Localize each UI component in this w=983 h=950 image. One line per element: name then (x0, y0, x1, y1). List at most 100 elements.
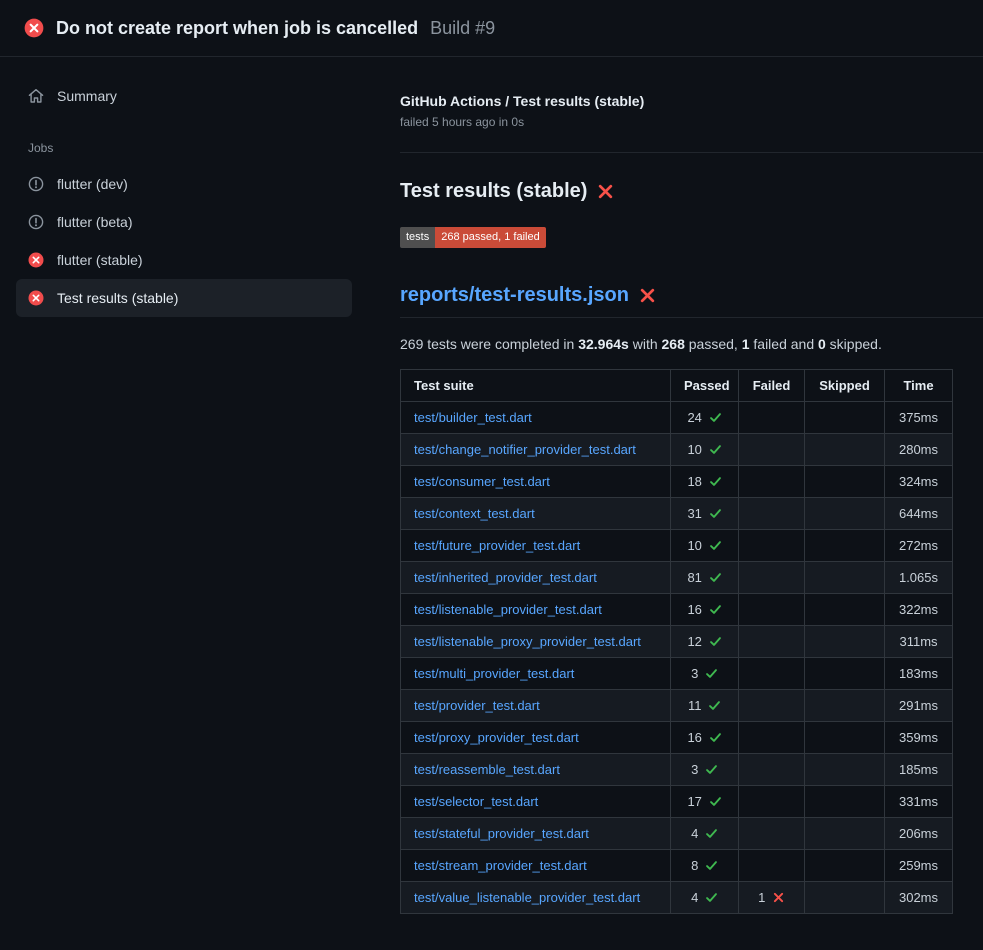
test-suite-link[interactable]: test/multi_provider_test.dart (414, 666, 574, 681)
test-suite-link[interactable]: test/context_test.dart (414, 506, 535, 521)
table-row: test/future_provider_test.dart10 272ms (401, 529, 953, 561)
suite-cell: test/stateful_provider_test.dart (401, 817, 671, 849)
sidebar-item-flutter-stable[interactable]: flutter (stable) (16, 241, 352, 279)
passed-cell: 4 (671, 881, 739, 913)
time-cell: 259ms (885, 849, 953, 881)
sidebar-item-flutter-dev[interactable]: flutter (dev) (16, 165, 352, 203)
suite-cell: test/change_notifier_provider_test.dart (401, 433, 671, 465)
table-row: test/reassemble_test.dart3 185ms (401, 753, 953, 785)
test-suite-link[interactable]: test/consumer_test.dart (414, 474, 550, 489)
passed-cell: 10 (671, 529, 739, 561)
table-row: test/value_listenable_provider_test.dart… (401, 881, 953, 913)
skipped-cell (805, 657, 885, 689)
breadcrumb: GitHub Actions / Test results (stable) (400, 93, 983, 109)
test-suite-link[interactable]: test/builder_test.dart (414, 410, 532, 425)
suite-cell: test/multi_provider_test.dart (401, 657, 671, 689)
time-cell: 206ms (885, 817, 953, 849)
time-cell: 324ms (885, 465, 953, 497)
alert-circle-icon (28, 214, 44, 230)
table-row: test/change_notifier_provider_test.dart 1… (401, 433, 953, 465)
page-body: Summary Jobs flutter (dev) flutter (beta… (0, 57, 983, 938)
table-row: test/selector_test.dart17 331ms (401, 785, 953, 817)
table-row: test/listenable_proxy_provider_test.dart… (401, 625, 953, 657)
sidebar-item-test-results-stable[interactable]: Test results (stable) (16, 279, 352, 317)
time-cell: 322ms (885, 593, 953, 625)
check-icon (705, 827, 718, 840)
suite-cell: test/consumer_test.dart (401, 465, 671, 497)
col-header-test-suite: Test suite (401, 369, 671, 401)
passed-cell: 17 (671, 785, 739, 817)
check-icon (705, 667, 718, 680)
suite-cell: test/inherited_provider_test.dart (401, 561, 671, 593)
test-suite-link[interactable]: test/listenable_provider_test.dart (414, 602, 602, 617)
suite-cell: test/reassemble_test.dart (401, 753, 671, 785)
time-cell: 644ms (885, 497, 953, 529)
check-icon (709, 603, 722, 616)
skipped-cell (805, 529, 885, 561)
test-suite-link[interactable]: test/selector_test.dart (414, 794, 538, 809)
run-header: Do not create report when job is cancell… (0, 0, 983, 57)
failed-cell (739, 689, 805, 721)
check-icon (709, 507, 722, 520)
table-row: test/proxy_provider_test.dart 16 359ms (401, 721, 953, 753)
time-cell: 185ms (885, 753, 953, 785)
time-cell: 359ms (885, 721, 953, 753)
test-suite-link[interactable]: test/stateful_provider_test.dart (414, 826, 589, 841)
summary-skipped-count: 0 (818, 336, 826, 352)
run-title: Do not create report when job is cancell… (56, 18, 418, 39)
passed-cell: 8 (671, 849, 739, 881)
results-table-body: test/builder_test.dart24 375mstest/chang… (401, 401, 953, 913)
check-icon (709, 571, 722, 584)
suite-cell: test/proxy_provider_test.dart (401, 721, 671, 753)
test-suite-link[interactable]: test/value_listenable_provider_test.dart (414, 890, 640, 905)
table-row: test/listenable_provider_test.dart16 322… (401, 593, 953, 625)
check-icon (705, 891, 718, 904)
suite-cell: test/stream_provider_test.dart (401, 849, 671, 881)
check-icon (709, 539, 722, 552)
failed-cell (739, 817, 805, 849)
sidebar-item-label: flutter (stable) (57, 252, 143, 268)
check-icon (709, 443, 722, 456)
check-icon (705, 859, 718, 872)
col-header-passed: Passed (671, 369, 739, 401)
failed-cell (739, 721, 805, 753)
test-suite-link[interactable]: test/proxy_provider_test.dart (414, 730, 579, 745)
time-cell: 311ms (885, 625, 953, 657)
col-header-skipped: Skipped (805, 369, 885, 401)
sidebar-item-label: Summary (57, 88, 117, 104)
check-icon (709, 635, 722, 648)
check-icon (709, 475, 722, 488)
passed-cell: 10 (671, 433, 739, 465)
tests-badge: tests 268 passed, 1 failed (400, 227, 546, 248)
sidebar-item-label: flutter (beta) (57, 214, 132, 230)
report-title: reports/test-results.json (400, 284, 983, 318)
passed-cell: 16 (671, 721, 739, 753)
passed-cell: 81 (671, 561, 739, 593)
jobs-section-label: Jobs (16, 141, 352, 155)
summary-passed-count: 268 (662, 336, 685, 352)
failed-x-icon (597, 183, 614, 200)
badge-value: 268 passed, 1 failed (435, 227, 545, 248)
test-suite-link[interactable]: test/provider_test.dart (414, 698, 540, 713)
test-suite-link[interactable]: test/stream_provider_test.dart (414, 858, 587, 873)
test-suite-link[interactable]: test/listenable_proxy_provider_test.dart (414, 634, 641, 649)
test-suite-link[interactable]: test/change_notifier_provider_test.dart (414, 442, 636, 457)
skipped-cell (805, 721, 885, 753)
sidebar-item-summary[interactable]: Summary (16, 77, 352, 115)
summary-duration: 32.964s (578, 336, 629, 352)
time-cell: 291ms (885, 689, 953, 721)
passed-cell: 12 (671, 625, 739, 657)
summary-text: 269 tests were completed in (400, 336, 578, 352)
test-suite-link[interactable]: test/future_provider_test.dart (414, 538, 580, 553)
test-suite-link[interactable]: test/reassemble_test.dart (414, 762, 560, 777)
check-icon (708, 699, 721, 712)
failed-cell (739, 529, 805, 561)
report-link[interactable]: reports/test-results.json (400, 284, 629, 307)
skipped-cell (805, 497, 885, 529)
sidebar-item-flutter-beta[interactable]: flutter (beta) (16, 203, 352, 241)
time-cell: 375ms (885, 401, 953, 433)
table-row: test/stateful_provider_test.dart4 206ms (401, 817, 953, 849)
failed-cell (739, 561, 805, 593)
suite-cell: test/value_listenable_provider_test.dart (401, 881, 671, 913)
test-suite-link[interactable]: test/inherited_provider_test.dart (414, 570, 597, 585)
